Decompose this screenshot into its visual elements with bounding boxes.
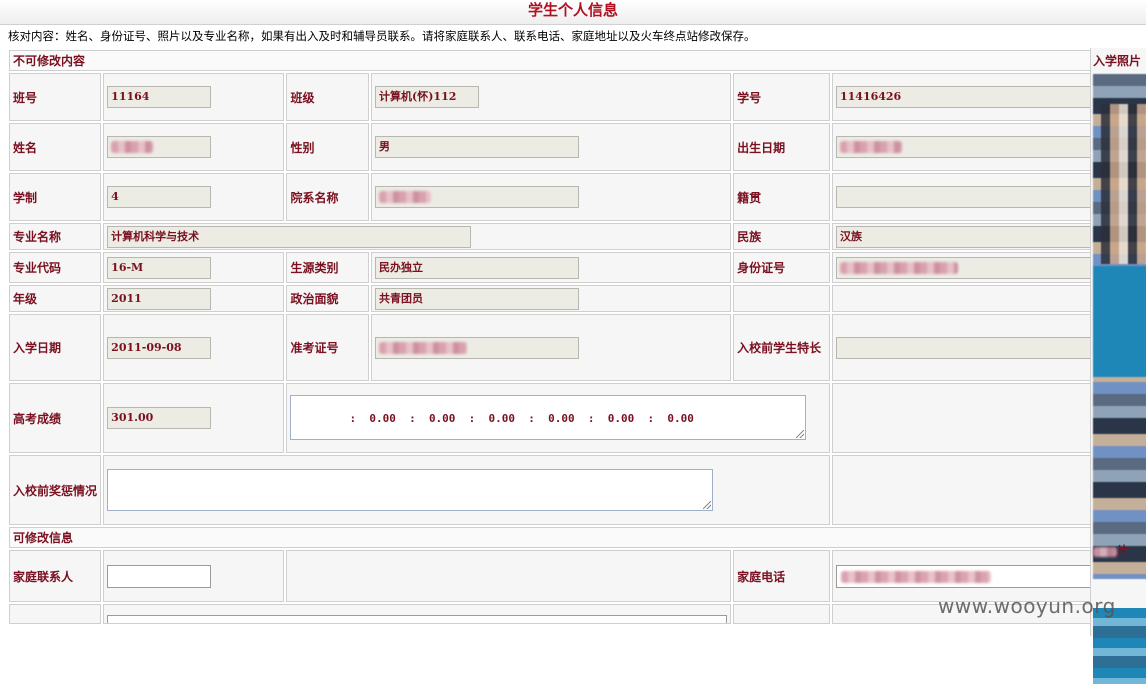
empty-cell bbox=[733, 285, 830, 312]
field-enroll-date: 2011-09-08 bbox=[107, 336, 212, 359]
resize-handle-icon[interactable] bbox=[796, 430, 805, 438]
label-student-id: 学号 bbox=[733, 73, 830, 121]
label-major: 专业名称 bbox=[9, 223, 102, 250]
redacted-id-card bbox=[839, 261, 958, 274]
label-political-status: 政治面貌 bbox=[286, 285, 370, 312]
watermark: www.wooyun.org bbox=[938, 594, 1116, 618]
field-class-no: 11164 bbox=[107, 86, 212, 108]
label-gender: 性别 bbox=[286, 123, 370, 171]
score-breakdown-textarea[interactable]: : 0.00 : 0.00 : 0.00 : 0.00 : 0.00 : 0.0… bbox=[290, 395, 807, 440]
label-talent: 入校前学生特长 bbox=[733, 314, 830, 381]
field-class: 计算机(怀)112 bbox=[375, 86, 480, 108]
redacted-exam-no bbox=[379, 341, 468, 354]
field-gender: 男 bbox=[375, 136, 580, 158]
score-breakdown-text: : 0.00 : 0.00 : 0.00 : 0.00 : 0.00 : 0.0… bbox=[349, 412, 694, 425]
empty-cell bbox=[9, 604, 102, 624]
photo-label-secondary: 片 bbox=[1093, 542, 1129, 559]
field-major-code: 16-M bbox=[107, 256, 212, 279]
field-political-status: 共青团员 bbox=[375, 287, 580, 310]
label-birth-date: 出生日期 bbox=[733, 123, 830, 171]
secondary-photo bbox=[1093, 608, 1146, 684]
redacted-name bbox=[111, 141, 154, 153]
label-grade: 年级 bbox=[9, 285, 102, 312]
page-title: 学生个人信息 bbox=[0, 0, 1146, 25]
label-native-place: 籍贯 bbox=[733, 173, 830, 221]
label-class-no: 班号 bbox=[9, 73, 102, 121]
field-major: 计算机科学与技术 bbox=[107, 225, 472, 248]
photo-column: 入学照片 片 bbox=[1090, 48, 1146, 684]
section-header-readonly: 不可修改内容 bbox=[9, 50, 1144, 71]
field-department bbox=[375, 186, 580, 208]
family-address-input[interactable] bbox=[107, 615, 728, 623]
label-enroll-date: 入学日期 bbox=[9, 314, 102, 381]
field-years: 4 bbox=[107, 186, 212, 208]
redacted-birth-date bbox=[839, 141, 902, 153]
label-ethnicity: 民族 bbox=[733, 223, 830, 250]
family-contact-input[interactable] bbox=[107, 564, 212, 588]
enrollment-photo bbox=[1093, 74, 1146, 579]
field-grade: 2011 bbox=[107, 287, 212, 310]
empty-cell bbox=[286, 550, 732, 602]
empty-cell bbox=[733, 604, 830, 624]
label-family-contact: 家庭联系人 bbox=[9, 550, 102, 602]
redacted-family-phone bbox=[840, 570, 991, 583]
student-info-table: 不可修改内容 班号 11164 班级 计算机(怀)112 学号 11416426… bbox=[7, 48, 1146, 626]
label-years: 学制 bbox=[9, 173, 102, 221]
field-source-type: 民办独立 bbox=[375, 256, 580, 279]
label-class: 班级 bbox=[286, 73, 370, 121]
section-header-editable: 可修改信息 bbox=[9, 527, 1144, 548]
label-id-card: 身份证号 bbox=[733, 252, 830, 283]
field-exam-no bbox=[375, 336, 580, 359]
notice-text: 核对内容：姓名、身份证号、照片以及专业名称，如果有出入及时和辅导员联系。请将家庭… bbox=[8, 29, 756, 43]
label-awards: 入校前奖惩情况 bbox=[9, 455, 102, 525]
redacted-photo-label bbox=[1093, 546, 1117, 557]
redacted-department bbox=[379, 191, 432, 203]
label-source-type: 生源类别 bbox=[286, 252, 370, 283]
label-major-code: 专业代码 bbox=[9, 252, 102, 283]
photo-label: 入学照片 bbox=[1093, 54, 1142, 68]
field-gaokao-score: 301.00 bbox=[107, 407, 212, 429]
resize-handle-icon[interactable] bbox=[703, 501, 712, 509]
label-family-phone: 家庭电话 bbox=[733, 550, 830, 602]
label-exam-no: 准考证号 bbox=[286, 314, 370, 381]
label-gaokao-score: 高考成绩 bbox=[9, 383, 102, 453]
label-department: 院系名称 bbox=[286, 173, 370, 221]
awards-textarea[interactable] bbox=[107, 469, 714, 511]
label-name: 姓名 bbox=[9, 123, 102, 171]
field-name bbox=[107, 136, 212, 158]
